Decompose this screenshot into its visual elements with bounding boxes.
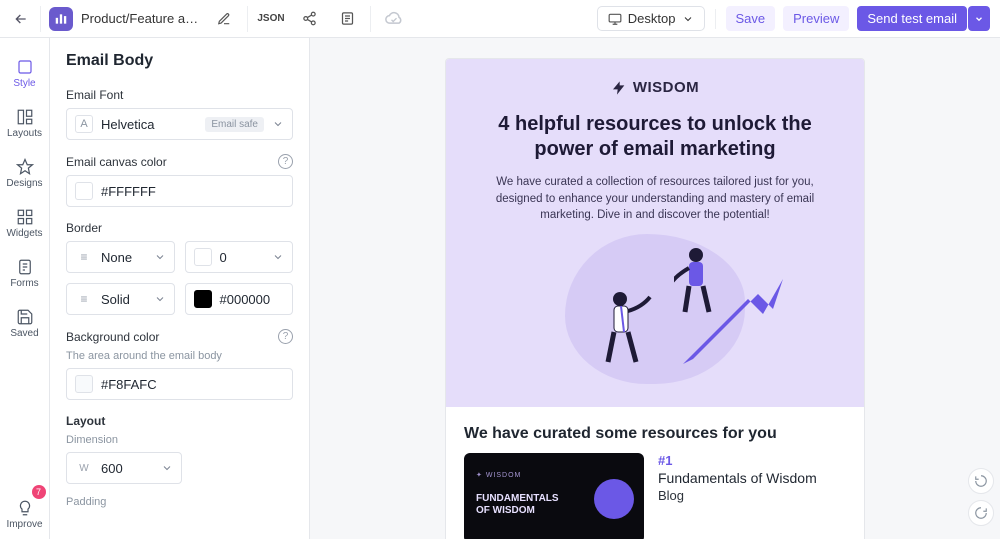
doc-title: Product/Feature adopti… <box>81 11 201 26</box>
chevron-down-icon <box>272 118 284 130</box>
preview-button[interactable]: Preview <box>783 6 849 31</box>
rail-layouts[interactable]: Layouts <box>0 98 50 148</box>
separator <box>370 6 371 32</box>
email-hero: WISDOM 4 helpful resources to unlock the… <box>446 59 864 407</box>
chevron-down-icon <box>161 462 173 474</box>
border-style2-select[interactable]: ≡ Solid <box>66 283 175 315</box>
email-font-value: Helvetica <box>101 117 154 132</box>
label-padding: Padding <box>66 496 293 508</box>
resource-card[interactable]: ✦ WISDOM FUNDAMENTALS OF WISDOM <box>464 453 644 539</box>
email-preview[interactable]: WISDOM 4 helpful resources to unlock the… <box>445 58 865 539</box>
label-layout: Layout <box>66 414 293 428</box>
resource-type: Blog <box>658 488 817 503</box>
main: Style Layouts Designs Widgets Forms Save… <box>0 38 1000 539</box>
save-button[interactable]: Save <box>726 6 776 31</box>
chevron-down-icon <box>272 251 284 263</box>
separator <box>715 9 716 29</box>
canvas-color-value: #FFFFFF <box>101 184 156 199</box>
share-button[interactable] <box>294 4 324 34</box>
section-title: We have curated some resources for you <box>464 425 846 443</box>
topbar: Product/Feature adopti… JSON Desktop Sav… <box>0 0 1000 38</box>
email-safe-badge: Email safe <box>205 117 264 132</box>
border-style-select[interactable]: ≡ None <box>66 241 175 273</box>
panel-title: Email Body <box>66 52 293 70</box>
rail: Style Layouts Designs Widgets Forms Save… <box>0 38 50 539</box>
json-button[interactable]: JSON <box>256 4 286 34</box>
email-font-select[interactable]: A Helvetica Email safe <box>66 108 293 140</box>
rail-designs[interactable]: Designs <box>0 148 50 198</box>
resource-tag: #1 <box>658 453 817 468</box>
help-icon[interactable]: ? <box>278 329 293 344</box>
label-email-font: Email Font <box>66 88 293 102</box>
label-dimension: Dimension <box>66 434 293 446</box>
border-color-swatch <box>194 290 212 308</box>
resource-name: Fundamentals of Wisdom <box>658 470 817 486</box>
device-select[interactable]: Desktop <box>597 6 705 31</box>
bg-color-value: #F8FAFC <box>101 377 157 392</box>
rail-forms[interactable]: Forms <box>0 248 50 298</box>
separator <box>247 6 248 32</box>
redo-button[interactable] <box>968 500 994 526</box>
rail-style[interactable]: Style <box>0 48 50 98</box>
notes-button[interactable] <box>332 4 362 34</box>
border-style-icon: ≡ <box>75 250 93 264</box>
card-brand: ✦ WISDOM <box>476 471 632 479</box>
email-logo: WISDOM <box>474 79 836 96</box>
send-dropdown[interactable] <box>968 6 990 31</box>
canvas: WISDOM 4 helpful resources to unlock the… <box>310 38 1000 539</box>
width-icon: W <box>75 463 93 474</box>
separator <box>40 6 41 32</box>
border-width-select[interactable]: 0 <box>185 241 294 273</box>
send-test-button[interactable]: Send test email <box>857 6 967 31</box>
label-border: Border <box>66 221 293 235</box>
app-icon <box>49 7 73 31</box>
bg-color-swatch <box>75 375 93 393</box>
device-label: Desktop <box>628 11 676 26</box>
font-glyph-icon: A <box>75 115 93 133</box>
border-width-icon <box>194 248 212 266</box>
label-bg-color: Background color ? <box>66 329 293 344</box>
hero-subtitle: We have curated a collection of resource… <box>474 174 836 224</box>
canvas-color-field[interactable]: #FFFFFF <box>66 175 293 207</box>
label-canvas-color: Email canvas color ? <box>66 154 293 169</box>
help-bg-color: The area around the email body <box>66 350 293 362</box>
email-section: We have curated some resources for you ✦… <box>446 407 864 539</box>
panel: Email Body Email Font A Helvetica Email … <box>50 38 310 539</box>
help-icon[interactable]: ? <box>278 154 293 169</box>
send-group: Send test email <box>857 6 990 31</box>
rename-button[interactable] <box>209 4 239 34</box>
border-color-field[interactable]: #000000 <box>185 283 294 315</box>
bg-color-field[interactable]: #F8FAFC <box>66 368 293 400</box>
resource-meta: #1 Fundamentals of Wisdom Blog <box>658 453 817 539</box>
resource-row: ✦ WISDOM FUNDAMENTALS OF WISDOM #1 Funda… <box>464 453 846 539</box>
back-button[interactable] <box>10 8 32 30</box>
hero-title: 4 helpful resources to unlock the power … <box>474 112 836 162</box>
rail-widgets[interactable]: Widgets <box>0 198 50 248</box>
color-swatch <box>75 182 93 200</box>
border-style2-icon: ≡ <box>75 292 93 306</box>
rail-saved[interactable]: Saved <box>0 298 50 348</box>
cloud-sync-icon[interactable] <box>379 4 409 34</box>
undo-button[interactable] <box>968 468 994 494</box>
rail-improve[interactable]: Improve <box>0 489 50 539</box>
float-actions: ? <box>968 468 994 539</box>
hero-illustration <box>474 234 836 389</box>
chevron-down-icon <box>154 293 166 305</box>
chevron-down-icon <box>154 251 166 263</box>
dimension-select[interactable]: W 600 <box>66 452 182 484</box>
